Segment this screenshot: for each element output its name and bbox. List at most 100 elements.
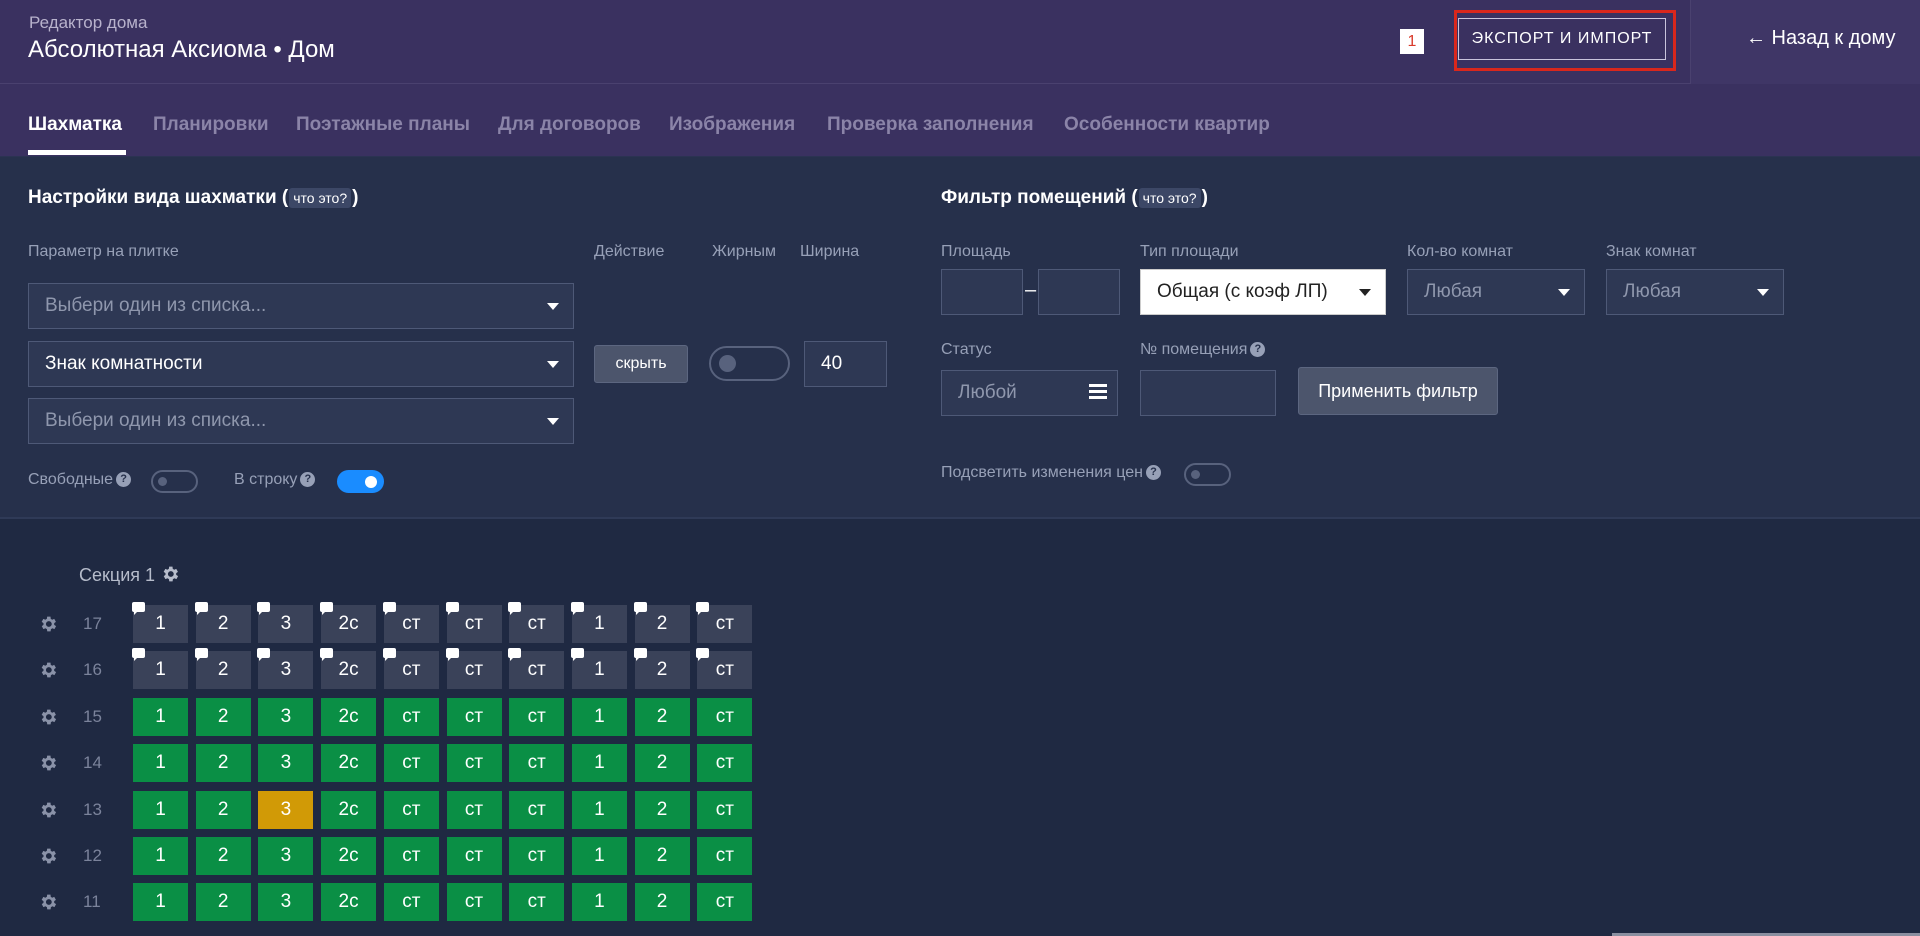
apartment-cell[interactable]: 2с [320, 648, 377, 690]
apartment-cell[interactable]: ст [383, 790, 439, 829]
apartment-cell[interactable]: ст [697, 883, 753, 922]
apartment-cell[interactable]: ст [509, 697, 565, 736]
floor-gear-icon[interactable] [38, 614, 58, 634]
apartment-cell[interactable]: 2с [321, 697, 377, 736]
apartment-cell[interactable]: ст [446, 883, 502, 922]
free-toggle[interactable] [151, 470, 198, 493]
tab-images[interactable]: Изображения [669, 114, 795, 136]
apartment-cell[interactable]: ст [446, 790, 502, 829]
apartment-cell[interactable]: ст [697, 790, 753, 829]
tab-layouts[interactable]: Планировки [153, 114, 269, 136]
floor-gear-icon[interactable] [38, 800, 58, 820]
apartment-cell[interactable]: 2 [194, 602, 251, 643]
tab-apartment-features[interactable]: Особенности квартир [1064, 114, 1270, 136]
apartment-cell[interactable]: ст [382, 648, 439, 690]
floor-gear-icon[interactable] [38, 892, 58, 912]
apartment-cell[interactable]: 1 [570, 602, 627, 643]
apartment-cell[interactable]: 2с [320, 602, 377, 643]
help-icon[interactable]: ? [1250, 342, 1266, 358]
tab-chessboard[interactable]: Шахматка [28, 114, 122, 136]
tab-floor-plans[interactable]: Поэтажные планы [296, 114, 470, 136]
apartment-cell[interactable]: 2 [195, 697, 251, 736]
rooms-select[interactable]: Любая [1407, 269, 1585, 315]
floor-gear-icon[interactable] [38, 660, 58, 680]
apartment-cell[interactable]: ст [509, 790, 565, 829]
apartment-cell[interactable]: 3 [258, 790, 314, 829]
apartment-cell[interactable]: ст [445, 648, 502, 690]
apartment-cell[interactable]: ст [509, 837, 565, 875]
tile-param-select-3[interactable]: Выбери один из списка... [28, 398, 574, 444]
view-settings-whatis-link[interactable]: что это? [289, 188, 352, 208]
apartment-cell[interactable]: ст [383, 837, 439, 875]
apartment-cell[interactable]: ст [508, 602, 565, 643]
apartment-cell[interactable]: ст [696, 602, 753, 643]
export-import-button[interactable]: ЭКСПОРТ И ИМПОРТ [1458, 18, 1666, 60]
apartment-cell[interactable]: 2 [195, 837, 251, 875]
apartment-cell[interactable]: 2 [195, 790, 251, 829]
apartment-cell[interactable]: 2с [321, 837, 377, 875]
apartment-cell[interactable]: 3 [258, 837, 314, 875]
tile-param-select-2[interactable]: Знак комнатности [28, 341, 574, 387]
apartment-cell[interactable]: 2 [634, 744, 690, 783]
tile-param-select-1[interactable]: Выбери один из списка... [28, 283, 574, 329]
apartment-cell[interactable]: 2 [194, 648, 251, 690]
apartment-cell[interactable]: ст [509, 883, 565, 922]
floor-gear-icon[interactable] [38, 753, 58, 773]
apartment-cell[interactable]: 2 [634, 837, 690, 875]
apartment-cell[interactable]: 1 [132, 602, 188, 643]
apartment-cell[interactable]: 1 [132, 648, 188, 690]
apartment-cell[interactable]: 1 [570, 648, 627, 690]
help-icon[interactable]: ? [1145, 465, 1161, 481]
apartment-cell[interactable]: ст [446, 697, 502, 736]
apartment-cell[interactable]: ст [697, 837, 753, 875]
apartment-cell[interactable]: 2 [633, 602, 690, 643]
floor-gear-icon[interactable] [38, 846, 58, 866]
apartment-cell[interactable]: 3 [258, 744, 314, 783]
apartment-cell[interactable]: 1 [571, 837, 627, 875]
apartment-cell[interactable]: 3 [257, 648, 314, 690]
apartment-cell[interactable]: 2 [195, 744, 251, 783]
tab-contracts[interactable]: Для договоров [498, 114, 641, 136]
section-gear-icon[interactable] [160, 564, 180, 584]
tab-fill-check[interactable]: Проверка заполнения [827, 114, 1034, 136]
back-to-house-link[interactable]: ← Назад к дому [1746, 27, 1896, 50]
apartment-cell[interactable]: 1 [133, 837, 188, 875]
floor-gear-icon[interactable] [38, 707, 58, 727]
apartment-cell[interactable]: 1 [133, 790, 188, 829]
bold-toggle[interactable] [709, 346, 790, 381]
hide-button[interactable]: скрыть [594, 345, 688, 383]
highlight-price-toggle[interactable] [1184, 463, 1231, 486]
apartment-cell[interactable]: 1 [571, 697, 627, 736]
apartment-cell[interactable]: ст [446, 744, 502, 783]
apartment-cell[interactable]: 3 [258, 697, 314, 736]
apartment-cell[interactable]: ст [508, 648, 565, 690]
apartment-cell[interactable]: 2 [634, 790, 690, 829]
apartment-cell[interactable]: 2 [195, 883, 251, 922]
apartment-cell[interactable]: ст [697, 697, 753, 736]
area-to-input[interactable] [1038, 269, 1120, 315]
area-from-input[interactable] [941, 269, 1023, 315]
apartment-cell[interactable]: ст [383, 744, 439, 783]
help-icon[interactable]: ? [116, 472, 132, 488]
apartment-cell[interactable]: ст [445, 602, 502, 643]
room-number-input[interactable] [1140, 370, 1276, 416]
apartment-cell[interactable]: 1 [133, 883, 188, 922]
apartment-cell[interactable]: 2с [321, 883, 377, 922]
apartment-cell[interactable]: ст [509, 744, 565, 783]
apartment-cell[interactable]: 3 [257, 602, 314, 643]
area-type-select[interactable]: Общая (с коэф ЛП) [1140, 269, 1386, 315]
rooms-sign-select[interactable]: Любая [1606, 269, 1784, 315]
apartment-cell[interactable]: 2с [321, 744, 377, 783]
apartment-cell[interactable]: ст [696, 648, 753, 690]
apartment-cell[interactable]: ст [383, 883, 439, 922]
apartment-cell[interactable]: 1 [571, 790, 627, 829]
apartment-cell[interactable]: ст [382, 602, 439, 643]
help-icon[interactable]: ? [300, 472, 316, 488]
apartment-cell[interactable]: 1 [133, 744, 188, 783]
apartment-cell[interactable]: 1 [571, 744, 627, 783]
status-select[interactable]: Любой [941, 370, 1118, 416]
width-input[interactable]: 40 [804, 341, 887, 387]
apartment-cell[interactable]: 1 [133, 697, 188, 736]
apartment-cell[interactable]: 3 [258, 883, 314, 922]
apartment-cell[interactable]: 2 [634, 697, 690, 736]
